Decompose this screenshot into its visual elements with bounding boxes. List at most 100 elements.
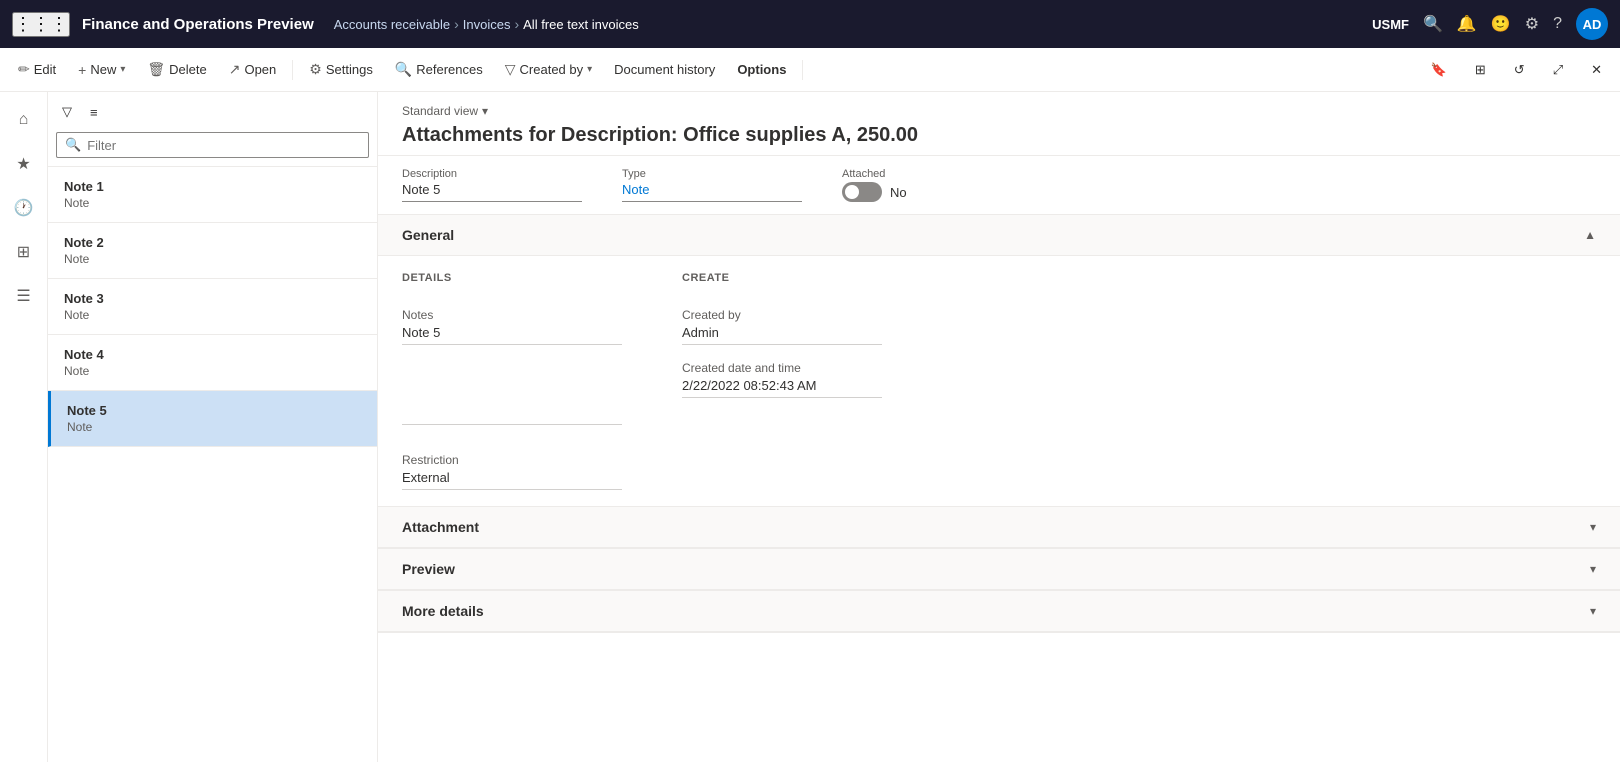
preview-section: Preview ▾ (378, 549, 1620, 591)
breadcrumb-all-free-text: All free text invoices (523, 17, 639, 32)
top-nav-right: USMF 🔍 🔔 🙂 ⚙ ? AD (1372, 8, 1608, 40)
list-item[interactable]: Note 2 Note (48, 223, 377, 279)
page-title: Attachments for Description: Office supp… (402, 124, 1596, 147)
main-layout: ⌂ ★ 🕐 ⊞ ☰ ▽ ≡ 🔍 Note 1 Note Note 2 Note (0, 92, 1620, 762)
options-button[interactable]: Options (727, 56, 796, 83)
toggle-row: No (842, 182, 1022, 202)
nav-list-icon[interactable]: ☰ (4, 276, 44, 316)
top-navigation: ⋮⋮⋮ Finance and Operations Preview Accou… (0, 0, 1620, 48)
description-field: Description Note 5 (402, 168, 582, 202)
notes-value: Note 5 (402, 325, 622, 345)
type-label: Type (622, 168, 802, 180)
edit-button[interactable]: ✏ Edit (8, 55, 66, 84)
create-col-title: CREATE (682, 272, 882, 284)
expand-icon[interactable]: ⤢ (1543, 56, 1573, 84)
created-date-field: Created date and time 2/22/2022 08:52:43… (682, 361, 882, 398)
standard-view-dropdown[interactable]: Standard view ▾ (402, 104, 1596, 118)
preview-chevron-icon: ▾ (1590, 562, 1596, 576)
general-section-header[interactable]: General ▲ (378, 215, 1620, 256)
avatar[interactable]: AD (1576, 8, 1608, 40)
list-item[interactable]: Note 3 Note (48, 279, 377, 335)
attachment-section-title: Attachment (402, 519, 479, 535)
item-sub: Note (64, 196, 361, 210)
list-item[interactable]: Note 4 Note (48, 335, 377, 391)
references-icon: 🔍 (395, 61, 412, 78)
created-date-label: Created date and time (682, 361, 882, 375)
notes-label: Notes (402, 308, 622, 322)
search-icon[interactable]: 🔍 (1423, 14, 1443, 34)
list-item[interactable]: Note 1 Note (48, 167, 377, 223)
nav-grid-icon[interactable]: ⊞ (4, 232, 44, 272)
notes-text-area-spacer (402, 385, 622, 425)
command-bar: ✏ Edit + New ▾ 🗑 Delete ↗ Open ⚙ Setting… (0, 48, 1620, 92)
list-panel: ▽ ≡ 🔍 Note 1 Note Note 2 Note Note 3 Not… (48, 92, 378, 762)
details-col: DETAILS Notes Note 5 Restriction Externa… (402, 272, 622, 490)
more-details-section-header[interactable]: More details ▾ (378, 591, 1620, 632)
attached-label: Attached (842, 168, 1022, 180)
list-item-selected[interactable]: Note 5 Note (48, 391, 377, 447)
list-lines-icon[interactable]: ≡ (84, 101, 104, 124)
description-value: Note 5 (402, 182, 582, 202)
new-chevron-icon: ▾ (120, 64, 125, 75)
bookmark-icon[interactable]: 🔖 (1421, 56, 1457, 84)
item-title: Note 1 (64, 179, 361, 194)
created-by-label: Created by (682, 308, 882, 322)
delete-button[interactable]: 🗑 Delete (137, 55, 216, 84)
item-title: Note 4 (64, 347, 361, 362)
created-by-value: Admin (682, 325, 882, 345)
attached-toggle[interactable] (842, 182, 882, 202)
item-sub: Note (67, 420, 361, 434)
company-selector[interactable]: USMF (1372, 17, 1409, 32)
open-button[interactable]: ↗ Open (219, 55, 287, 84)
standard-view-chevron-icon: ▾ (482, 104, 488, 118)
apps-menu-icon[interactable]: ⋮⋮⋮ (12, 12, 70, 37)
nav-recent-icon[interactable]: 🕐 (4, 188, 44, 228)
document-history-button[interactable]: Document history (604, 56, 725, 83)
layout-icon[interactable]: ⊞ (1465, 56, 1496, 84)
settings-icon[interactable]: ⚙ (1525, 14, 1539, 34)
delete-icon: 🗑 (147, 61, 165, 78)
type-value[interactable]: Note (622, 182, 802, 202)
emoji-icon[interactable]: 🙂 (1491, 14, 1511, 34)
refresh-icon[interactable]: ↺ (1504, 56, 1535, 84)
close-icon[interactable]: ✕ (1581, 56, 1612, 84)
general-section-title: General (402, 227, 454, 243)
nav-star-icon[interactable]: ★ (4, 144, 44, 184)
preview-section-header[interactable]: Preview ▾ (378, 549, 1620, 590)
notification-icon[interactable]: 🔔 (1457, 14, 1477, 34)
separator-1 (292, 60, 293, 80)
list-filter-icon[interactable]: ▽ (56, 100, 78, 124)
attached-toggle-label: No (890, 185, 907, 200)
notes-text-area[interactable] (402, 385, 622, 425)
restriction-value: External (402, 470, 622, 490)
attached-field: Attached No (842, 168, 1022, 202)
create-col: CREATE Created by Admin Created date and… (682, 272, 882, 490)
type-field: Type Note (622, 168, 802, 202)
item-title: Note 2 (64, 235, 361, 250)
separator-2 (802, 60, 803, 80)
general-section-body: DETAILS Notes Note 5 Restriction Externa… (378, 256, 1620, 506)
attachment-section-header[interactable]: Attachment ▾ (378, 507, 1620, 548)
breadcrumb-invoices[interactable]: Invoices (463, 17, 511, 32)
item-sub: Note (64, 252, 361, 266)
general-two-col: DETAILS Notes Note 5 Restriction Externa… (402, 272, 1596, 490)
open-icon: ↗ (229, 61, 241, 78)
filter-input[interactable] (87, 138, 360, 153)
help-icon[interactable]: ? (1553, 15, 1562, 33)
settings-cmd-icon: ⚙ (309, 61, 322, 78)
more-details-section: More details ▾ (378, 591, 1620, 633)
filter-box: 🔍 (56, 132, 369, 158)
nav-home-icon[interactable]: ⌂ (4, 100, 44, 140)
breadcrumb: Accounts receivable › Invoices › All fre… (334, 16, 1372, 32)
general-section-chevron-icon: ▲ (1584, 228, 1596, 242)
created-by-button[interactable]: ▽ Created by ▾ (495, 55, 602, 84)
references-button[interactable]: 🔍 References (385, 55, 493, 84)
item-sub: Note (64, 308, 361, 322)
more-details-chevron-icon: ▾ (1590, 604, 1596, 618)
attachment-section: Attachment ▾ (378, 507, 1620, 549)
settings-button[interactable]: ⚙ Settings (299, 55, 383, 84)
notes-field: Notes Note 5 (402, 308, 622, 345)
breadcrumb-accounts-receivable[interactable]: Accounts receivable (334, 17, 450, 32)
new-button[interactable]: + New ▾ (68, 56, 135, 84)
breadcrumb-sep-2: › (514, 16, 519, 32)
